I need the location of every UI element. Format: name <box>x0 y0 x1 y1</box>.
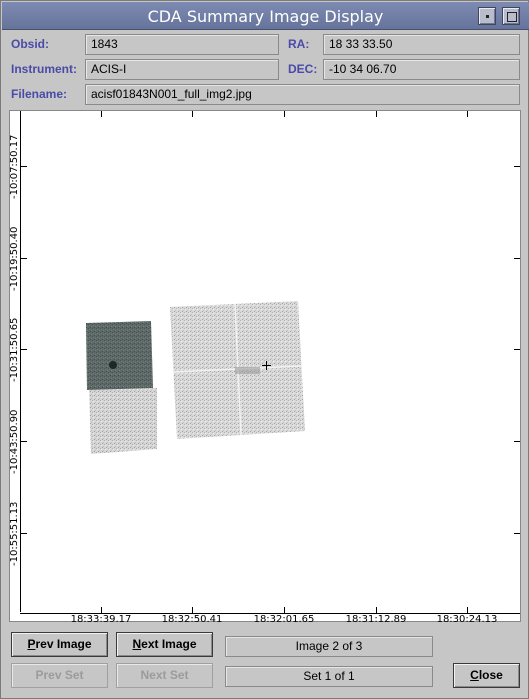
y-tick-right <box>514 533 520 534</box>
filename-field: acisf01843N001_full_img2.jpg <box>85 84 520 105</box>
x-tick-top <box>192 111 193 117</box>
button-label: rev Image <box>35 637 92 651</box>
next-image-button[interactable]: Next Image <box>116 632 213 657</box>
x-tick <box>192 607 193 614</box>
x-tick <box>101 607 102 614</box>
close-button[interactable]: Close <box>453 663 520 688</box>
x-tick-label: 18:30:24.13 <box>436 614 498 625</box>
y-axis <box>20 111 21 612</box>
x-tick-top <box>467 111 468 117</box>
dec-field: -10 34 06.70 <box>323 59 520 80</box>
instrument-field: ACIS-I <box>85 59 279 80</box>
x-tick-label: 18:31:12.89 <box>345 614 407 625</box>
mnemonic: C <box>470 668 479 682</box>
image-display[interactable]: 18:33:39.17 18:32:50.41 18:32:01.65 18:3… <box>9 110 521 625</box>
y-tick-right <box>514 349 520 350</box>
x-tick-top <box>284 111 285 117</box>
x-tick-top <box>101 111 102 117</box>
minimize-icon[interactable] <box>478 7 496 25</box>
dec-label: DEC: <box>288 62 318 76</box>
instrument-label: Instrument: <box>11 62 77 76</box>
x-tick-label: 18:32:01.65 <box>253 614 315 625</box>
ra-field: 18 33 33.50 <box>323 34 520 55</box>
title-bar[interactable]: CDA Summary Image Display <box>2 2 529 30</box>
image-counter: Image 2 of 3 <box>225 636 433 657</box>
filename-label: Filename: <box>11 87 68 101</box>
ra-label: RA: <box>288 37 310 51</box>
y-tick <box>20 258 27 259</box>
y-tick-label: -10:55:51.13 <box>9 501 20 566</box>
x-tick-top <box>376 111 377 117</box>
y-tick-right <box>514 441 520 442</box>
prev-image-button[interactable]: Prev Image <box>11 632 108 657</box>
y-tick-label: -10:43:50.90 <box>9 409 20 474</box>
ccd-chip-s3 <box>86 321 153 390</box>
y-tick-label: -10:31:50.65 <box>9 317 20 382</box>
y-tick <box>20 441 27 442</box>
mnemonic: N <box>132 637 142 651</box>
button-label: ext Image <box>141 637 197 651</box>
set-counter: Set 1 of 1 <box>225 666 433 687</box>
window-title: CDA Summary Image Display <box>147 7 384 26</box>
y-tick <box>20 166 27 167</box>
button-label: lose <box>478 668 503 682</box>
y-tick-right <box>514 166 520 167</box>
y-tick-label: -10:07:50.17 <box>9 134 20 199</box>
ccd-chip-s2 <box>89 388 157 454</box>
x-tick <box>376 607 377 614</box>
crosshair-icon <box>262 361 271 370</box>
x-tick-label: 18:32:50.41 <box>161 614 223 625</box>
obsid-label: Obsid: <box>11 37 49 51</box>
y-tick-right <box>514 258 520 259</box>
x-tick-label: 18:33:39.17 <box>70 614 132 625</box>
x-tick <box>467 607 468 614</box>
y-tick-label: -10:19:50.40 <box>9 226 20 291</box>
y-tick <box>20 533 27 534</box>
maximize-icon[interactable] <box>502 7 520 25</box>
cda-summary-window: CDA Summary Image Display Obsid: 1843 RA… <box>0 0 529 699</box>
bright-source <box>109 361 117 369</box>
next-set-button[interactable]: Next Set <box>116 663 213 688</box>
y-tick <box>20 349 27 350</box>
prev-set-button[interactable]: Prev Set <box>11 663 108 688</box>
obsid-field: 1843 <box>85 34 279 55</box>
x-tick <box>284 607 285 614</box>
